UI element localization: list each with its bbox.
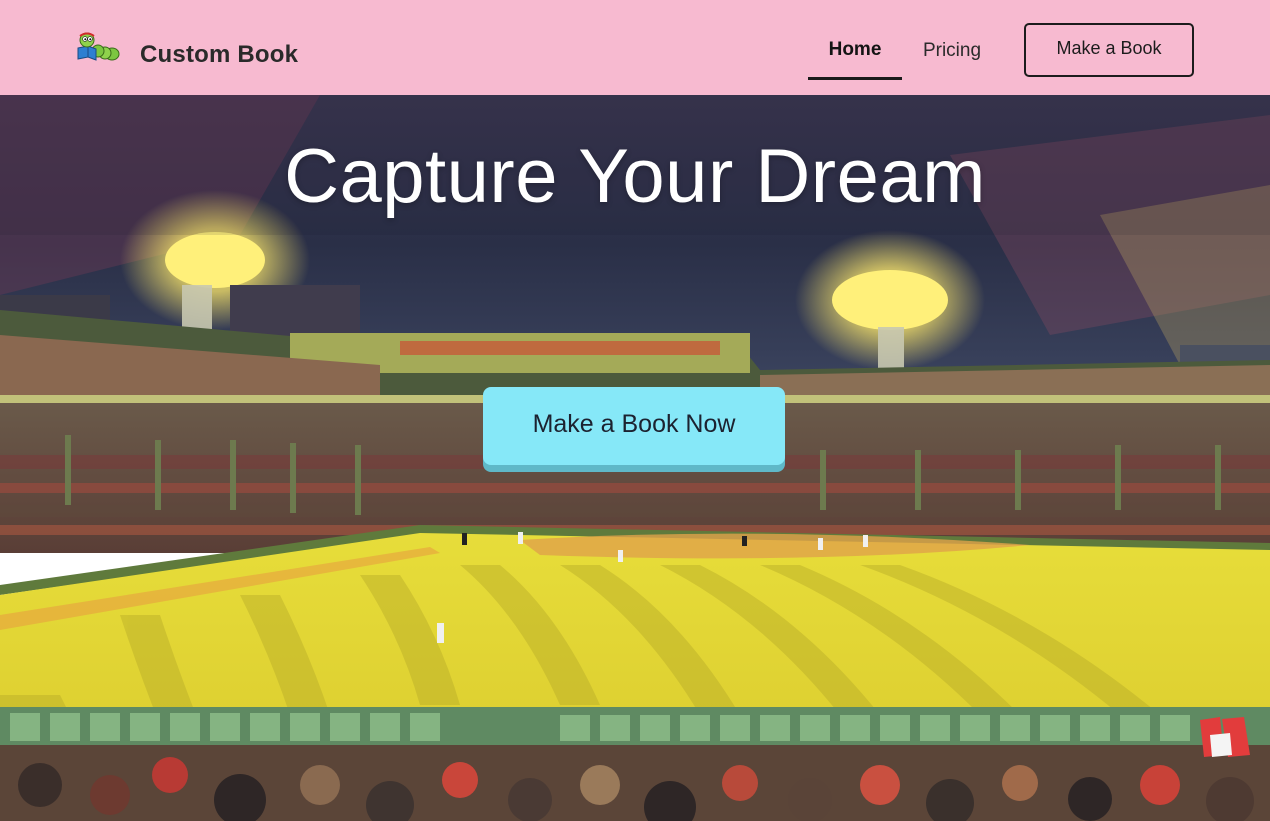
hero-title: Capture Your Dream: [284, 134, 986, 219]
bookworm-logo-icon: [77, 32, 120, 61]
page: Custom Book Home Pricing Make a Book Cap…: [0, 0, 1270, 821]
make-a-book-button[interactable]: Make a Book: [1024, 23, 1194, 77]
brand-link[interactable]: Custom Book: [74, 30, 298, 68]
nav-link-home[interactable]: Home: [808, 23, 902, 80]
nav-links: Home Pricing: [808, 23, 1002, 80]
nav-link-pricing[interactable]: Pricing: [902, 23, 1002, 78]
make-a-book-now-button[interactable]: Make a Book Now: [483, 387, 785, 465]
brand-name: Custom Book: [140, 41, 299, 68]
hero-section: Capture Your Dream Make a Book Now: [0, 95, 1270, 821]
navbar: Custom Book Home Pricing Make a Book: [0, 0, 1270, 95]
